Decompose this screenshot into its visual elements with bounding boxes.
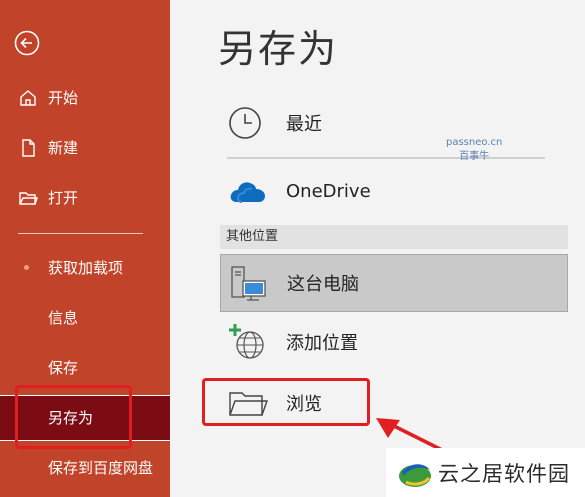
new-document-icon [22, 139, 35, 157]
highlight-box-save-as [15, 385, 132, 449]
back-arrow-icon[interactable] [14, 30, 40, 56]
watermark: passneo.cn 百事牛 [446, 136, 502, 164]
highlight-box-browse [202, 378, 370, 426]
brand-name: 云之居软件园 [438, 462, 570, 486]
sidebar-item-new[interactable]: 新建 [0, 128, 170, 168]
watermark-line: passneo.cn [446, 137, 503, 148]
add-globe-icon [229, 324, 264, 359]
clock-icon [229, 107, 261, 139]
sidebar-divider [18, 233, 143, 234]
watermark-line: 百事牛 [459, 151, 490, 162]
sidebar-item-label: 信息 [48, 309, 79, 327]
home-icon [20, 90, 36, 106]
page-title: 另存为 [218, 27, 339, 71]
sidebar-item-save-to-baidu[interactable]: 保存到百度网盘 [0, 448, 170, 488]
brand-logo-icon [399, 464, 431, 487]
location-add-place[interactable]: 添加位置 [220, 318, 568, 366]
location-label: 这台电脑 [287, 274, 359, 295]
notification-dot [24, 265, 29, 270]
location-onedrive[interactable]: OneDrive [220, 168, 568, 214]
sidebar-item-label: 保存到百度网盘 [48, 459, 154, 477]
computer-icon [231, 266, 266, 301]
sidebar-item-home[interactable]: 开始 [0, 78, 170, 118]
sidebar-item-get-addins[interactable]: 获取加载项 [0, 248, 170, 288]
sidebar-item-label: 获取加载项 [48, 259, 124, 277]
sidebar-item-label: 新建 [48, 139, 79, 157]
sidebar-item-open[interactable]: 打开 [0, 178, 170, 218]
location-label: 最近 [286, 114, 322, 135]
onedrive-cloud-icon [230, 182, 265, 203]
location-label: OneDrive [286, 180, 371, 202]
sidebar-item-save[interactable]: 保存 [0, 348, 170, 388]
section-header-other-locations: 其他位置 [220, 225, 568, 249]
sidebar-item-label: 开始 [48, 89, 79, 107]
location-label: 添加位置 [286, 333, 358, 354]
sidebar-item-label: 保存 [48, 359, 79, 377]
sidebar-item-info[interactable]: 信息 [0, 298, 170, 338]
open-folder-icon [19, 192, 38, 205]
brand-badge: 云之居软件园 [386, 448, 585, 497]
location-recent[interactable]: 最近 [220, 100, 568, 146]
location-this-pc[interactable]: 这台电脑 [220, 254, 568, 312]
sidebar-item-label: 打开 [48, 189, 79, 207]
